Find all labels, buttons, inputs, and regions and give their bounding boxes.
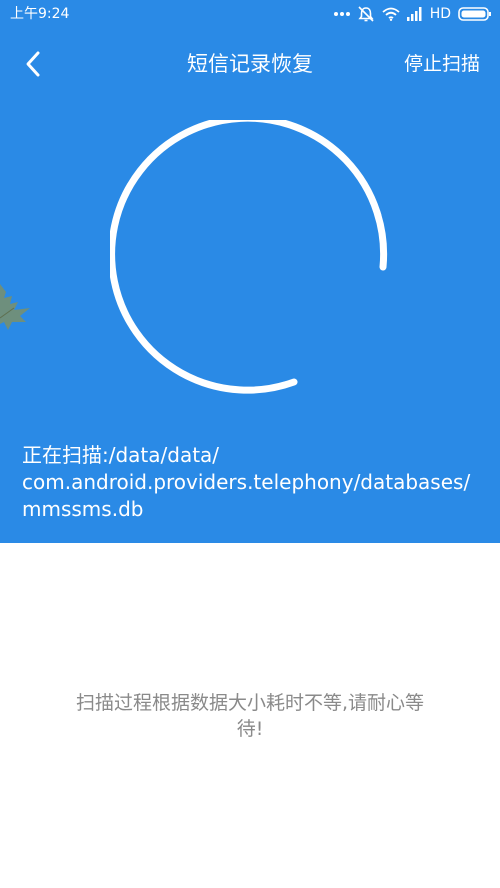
scan-status-line-1: 正在扫描:/data/data/ xyxy=(22,443,220,467)
stop-scan-button[interactable]: 停止扫描 xyxy=(404,51,480,77)
status-time: 上午9:24 xyxy=(10,6,70,22)
app-header: 短信记录恢复 停止扫描 xyxy=(0,28,500,100)
battery-icon xyxy=(458,7,491,21)
scan-status-line-2: com.android.providers.telephony/database… xyxy=(22,470,471,494)
scan-hint: 扫描过程根据数据大小耗时不等,请耐心等 待! xyxy=(40,690,460,742)
scan-hint-line-1: 扫描过程根据数据大小耗时不等,请耐心等 xyxy=(75,692,425,714)
scan-hint-line-2: 待! xyxy=(236,718,264,740)
status-bar: 上午9:24 HD xyxy=(0,0,500,28)
alarm-off-icon xyxy=(358,6,374,22)
wifi-icon xyxy=(382,7,400,21)
scan-progress-arc xyxy=(110,120,388,394)
network-type-label: HD xyxy=(429,6,451,22)
maple-leaf-icon xyxy=(0,284,30,330)
scan-status-text: 正在扫描:/data/data/ com.android.providers.t… xyxy=(22,442,482,523)
signal-icon xyxy=(406,7,422,21)
status-icons: HD xyxy=(333,4,492,24)
scan-status-line-3: mmssms.db xyxy=(22,497,144,521)
scan-panel: 上午9:24 HD 短信记录恢复 停止扫描 正在扫描:/data/data/ c… xyxy=(0,0,500,543)
more-dots-icon xyxy=(333,12,350,16)
scan-progress-ring xyxy=(110,120,388,394)
